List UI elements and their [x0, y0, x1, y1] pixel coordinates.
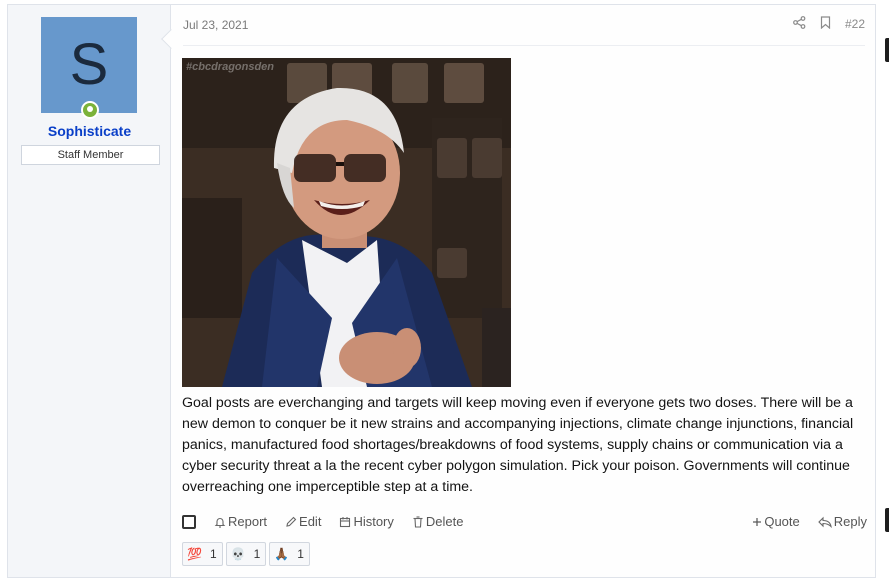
- laughing-man-illustration: [182, 58, 511, 387]
- page-edge-tab-top: [885, 38, 889, 62]
- reactions-bar: 💯 1 💀 1 🙏🏾 1: [182, 542, 310, 566]
- share-icon[interactable]: [793, 16, 806, 32]
- history-button[interactable]: History: [339, 514, 394, 529]
- reaction-hundred[interactable]: 💯 1: [182, 542, 223, 566]
- page-edge-tab-bottom: [885, 508, 889, 532]
- skull-icon: 💀: [230, 547, 246, 561]
- reply-label: Reply: [833, 514, 867, 529]
- hundred-points-icon: 💯: [187, 547, 202, 561]
- delete-button[interactable]: Delete: [412, 514, 464, 529]
- report-label: Report: [228, 514, 268, 529]
- post-message: S Sophisticate Staff Member Jul 23, 2021…: [7, 4, 876, 578]
- reaction-count: 1: [297, 547, 304, 561]
- calendar-icon: [340, 516, 351, 527]
- reply-arrow-icon: [817, 516, 832, 528]
- online-status-icon: [81, 101, 99, 119]
- post-date[interactable]: Jul 23, 2021: [183, 18, 248, 32]
- reaction-count: 1: [209, 547, 217, 561]
- folded-hands-icon: 🙏🏾: [274, 547, 290, 561]
- reaction-skull[interactable]: 💀 1: [225, 542, 267, 566]
- quote-label: Quote: [764, 514, 800, 529]
- history-label: History: [353, 514, 394, 529]
- post-footer-actions: Report Edit History Delete Quote Reply: [182, 514, 867, 534]
- post-header-actions: #22: [793, 16, 865, 32]
- avatar-letter: S: [69, 32, 109, 97]
- post-body-text: Goal posts are everchanging and targets …: [182, 395, 854, 495]
- trash-icon: [413, 515, 423, 528]
- pencil-icon: [286, 516, 297, 527]
- edit-label: Edit: [299, 514, 322, 529]
- gif-watermark: #cbcdragonsden: [186, 61, 275, 73]
- reply-button[interactable]: Reply: [817, 514, 867, 529]
- header-divider: [183, 45, 865, 46]
- username-link[interactable]: Sophisticate: [8, 123, 171, 139]
- delete-label: Delete: [425, 514, 464, 529]
- avatar[interactable]: S: [41, 17, 137, 113]
- quote-button[interactable]: Quote: [752, 514, 800, 529]
- user-title-badge: Staff Member: [21, 145, 160, 165]
- edit-button[interactable]: Edit: [285, 514, 321, 529]
- reaction-pray[interactable]: 🙏🏾 1: [269, 542, 310, 566]
- attached-gif-image[interactable]: #cbcdragonsden: [182, 58, 511, 387]
- reaction-count: 1: [253, 547, 261, 561]
- report-button[interactable]: Report: [214, 514, 267, 529]
- select-post-checkbox[interactable]: [182, 514, 196, 529]
- plus-icon: [753, 517, 762, 526]
- bell-icon: [214, 517, 226, 528]
- bookmark-icon[interactable]: [820, 16, 831, 32]
- post-number-link[interactable]: #22: [845, 17, 865, 31]
- user-sidebar: S Sophisticate Staff Member: [8, 5, 171, 577]
